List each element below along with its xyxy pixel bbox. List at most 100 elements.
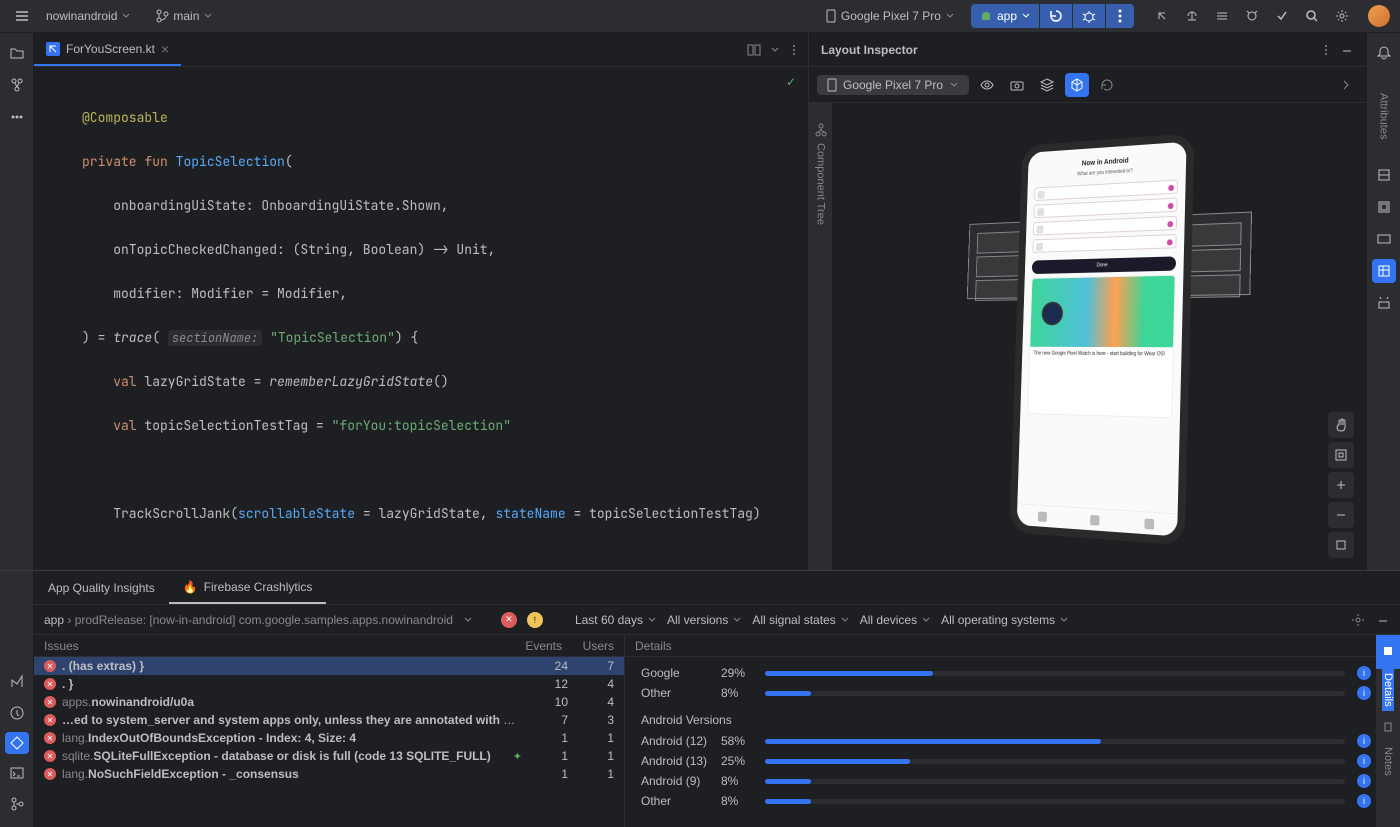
issue-row[interactable]: ✕lang.IndexOutOfBoundsException - Index:… [34, 729, 624, 747]
right-tool-2[interactable] [1372, 195, 1396, 219]
attributes-tab-label[interactable]: Attributes [1378, 93, 1390, 139]
info-icon[interactable]: i [1357, 794, 1371, 808]
issue-row[interactable]: ✕. }124 [34, 675, 624, 693]
notifications-button[interactable] [1372, 41, 1396, 65]
vcs-tool-button[interactable] [5, 793, 29, 815]
camera-icon [1009, 77, 1025, 93]
main-area: ForYouScreen.kt × ✓ @Composable private … [0, 33, 1400, 570]
issue-row[interactable]: ✕sqlite.SQLiteFullException - database o… [34, 747, 624, 765]
app-quality-tool-button[interactable] [5, 732, 29, 754]
info-icon[interactable]: i [1357, 754, 1371, 768]
action-icon-4[interactable] [1240, 4, 1264, 28]
component-tree-tab[interactable]: Component Tree [809, 103, 833, 570]
code-editor[interactable]: ✓ @Composable private fun TopicSelection… [34, 67, 808, 570]
split-view-button[interactable] [746, 42, 762, 58]
stat-percent: 8% [721, 774, 753, 788]
more-tools-button[interactable] [5, 105, 29, 129]
zoom-out-button[interactable] [1328, 502, 1354, 528]
pan-button[interactable] [1328, 412, 1354, 438]
inspector-3d-view[interactable]: Now in Android What are you interested i… [833, 103, 1366, 570]
stat-percent: 29% [721, 666, 753, 680]
restart-button[interactable] [1039, 4, 1072, 28]
tab-app-quality[interactable]: App Quality Insights [34, 571, 169, 604]
stat-bar [765, 671, 1345, 676]
close-tab-button[interactable]: × [161, 41, 169, 57]
error-icon: ✕ [44, 696, 56, 708]
stat-percent: 25% [721, 754, 753, 768]
settings-button[interactable] [1330, 4, 1354, 28]
tab-more-button[interactable] [788, 42, 800, 58]
structure-tool-button[interactable] [5, 73, 29, 97]
user-avatar[interactable] [1368, 5, 1390, 27]
live-updates-button[interactable] [975, 73, 999, 97]
right-tool-1[interactable] [1372, 163, 1396, 187]
stat-bar [765, 691, 1345, 696]
chevron-down-icon[interactable] [463, 615, 473, 625]
search-button[interactable] [1300, 4, 1324, 28]
os-filter[interactable]: All operating systems [941, 613, 1069, 627]
snapshot-button[interactable] [1005, 73, 1029, 97]
project-name-label: nowinandroid [46, 9, 117, 23]
notes-tab[interactable] [1376, 711, 1400, 743]
tab-options-dropdown[interactable] [770, 45, 780, 55]
restart-icon [1048, 8, 1064, 24]
branch-selector[interactable]: main [147, 5, 221, 27]
file-tab[interactable]: ForYouScreen.kt × [34, 33, 181, 66]
expand-right-button[interactable] [1334, 73, 1358, 97]
time-filter[interactable]: Last 60 days [575, 613, 657, 627]
mode-3d-button[interactable] [1065, 73, 1089, 97]
right-tool-3[interactable] [1372, 227, 1396, 251]
project-selector[interactable]: nowinandroid [38, 5, 139, 27]
stat-percent: 8% [721, 686, 753, 700]
info-icon[interactable]: i [1357, 666, 1371, 680]
zoom-in-button[interactable] [1328, 472, 1354, 498]
issue-row[interactable]: ✕apps.nowinandroid/u0a104 [34, 693, 624, 711]
stat-label: Android (13) [641, 754, 709, 768]
bottom-tool-2[interactable] [5, 701, 29, 723]
bottom-tool-1[interactable] [5, 671, 29, 693]
panel-minimize-button[interactable] [1376, 613, 1390, 627]
inspector-device-selector[interactable]: Google Pixel 7 Pro [817, 75, 969, 95]
run-configurations: app [971, 4, 1134, 28]
stat-row: Other 8% i [641, 791, 1384, 811]
terminal-tool-button[interactable] [5, 762, 29, 784]
zoom-reset-button[interactable] [1328, 532, 1354, 558]
phone-icon [827, 78, 837, 92]
info-icon[interactable]: i [1357, 774, 1371, 788]
more-actions-button[interactable] [1105, 4, 1134, 28]
info-icon[interactable]: i [1357, 734, 1371, 748]
stat-bar [765, 779, 1345, 784]
warning-badge[interactable]: ! [527, 612, 543, 628]
layout-inspector-tool-button[interactable] [1372, 259, 1396, 283]
signal-filter[interactable]: All signal states [752, 613, 849, 627]
info-icon[interactable]: i [1357, 686, 1371, 700]
inspector-more-button[interactable] [1320, 43, 1332, 57]
panel-settings-button[interactable] [1350, 612, 1366, 628]
device-selector[interactable]: Google Pixel 7 Pro [817, 5, 963, 27]
export-button[interactable] [1035, 73, 1059, 97]
zoom-fit-button[interactable] [1328, 442, 1354, 468]
action-icon-3[interactable] [1210, 4, 1234, 28]
refresh-button[interactable] [1095, 73, 1119, 97]
project-tool-button[interactable] [5, 41, 29, 65]
action-icon-1[interactable] [1150, 4, 1174, 28]
tab-crashlytics[interactable]: 🔥 Firebase Crashlytics [169, 571, 327, 604]
issues-panel: Issues Events Users ✕. (has extras) }247… [34, 635, 625, 827]
error-badge[interactable]: ✕ [501, 612, 517, 628]
devices-filter[interactable]: All devices [860, 613, 931, 627]
debug-button[interactable] [1072, 4, 1105, 28]
issue-row[interactable]: ✕. (has extras) }247 [34, 657, 624, 675]
stat-label: Other [641, 794, 709, 808]
main-menu-icon[interactable] [10, 4, 34, 28]
versions-filter[interactable]: All versions [667, 613, 742, 627]
users-value: 7 [574, 659, 614, 673]
right-tool-5[interactable] [1372, 291, 1396, 315]
details-tab[interactable] [1376, 635, 1400, 669]
action-icon-5[interactable] [1270, 4, 1294, 28]
inspector-minimize-button[interactable] [1340, 43, 1354, 57]
action-icon-2[interactable] [1180, 4, 1204, 28]
run-config-selector[interactable]: app [971, 5, 1039, 27]
stat-percent: 8% [721, 794, 753, 808]
issue-row[interactable]: ✕…ed to system_server and system apps on… [34, 711, 624, 729]
issue-row[interactable]: ✕lang.NoSuchFieldException - _consensus1… [34, 765, 624, 783]
